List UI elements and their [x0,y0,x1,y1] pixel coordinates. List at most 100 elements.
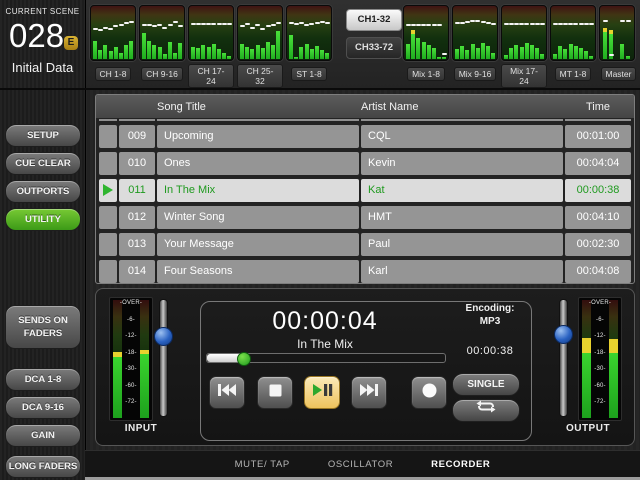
stop-button[interactable] [257,376,293,409]
level-bar [514,45,518,59]
io-scale-label: -12- [579,333,621,339]
meter-screen [599,5,635,61]
song-row-013[interactable]: 013Your MessagePaul00:02:30 [96,233,634,256]
input-slider-knob[interactable] [154,327,173,346]
fader-position-mark [211,23,216,25]
bottom-tab-bar: MUTE/ TAP OSCILLATOR RECORDER [85,450,640,478]
fader-position-mark [486,22,491,24]
level-bar [310,49,314,59]
fader-position-mark [491,23,496,25]
level-bar [222,53,226,59]
fader-position-mark [406,24,411,26]
bank-button-ch1-32[interactable]: CH1-32 [346,9,402,31]
fader-position-mark [579,23,584,25]
fader-position-mark [98,29,103,31]
level-bar [465,50,469,59]
encoding-label: Encoding: [448,303,532,314]
sidebar-button-long-faders[interactable]: LONG FADERS [5,455,81,478]
level-bar [305,44,309,59]
meter-block-ch-25-32: CH 25-32 [237,5,283,79]
single-mode-button[interactable]: SINGLE [452,373,520,396]
song-number: 011 [119,179,155,202]
sidebar-button-dca-9-16[interactable]: DCA 9-16 [5,396,81,419]
progress-knob[interactable] [237,352,251,366]
next-button[interactable] [351,376,387,409]
fader-position-mark [157,24,162,26]
meter-screen [403,5,449,61]
sidebar-button-setup[interactable]: SETUP [5,124,81,147]
song-row-011[interactable]: 011In The MixKat00:00:38 [96,179,634,202]
tab-mute-tap[interactable]: MUTE/ TAP [235,459,290,470]
level-bar [142,33,146,59]
song-row-012[interactable]: 012Winter SongHMT00:04:10 [96,206,634,229]
level-bar [114,47,118,59]
repeat-mode-button[interactable] [452,399,520,422]
song-table-header: Song Title Artist Name Time [96,95,634,118]
io-scale-label: -18- [579,350,621,356]
meter-block-ch-17-24: CH 17-24 [188,5,234,79]
play-indicator-cell [99,152,117,175]
play-pause-button[interactable] [304,376,340,409]
song-time: 00:04:08 [565,260,631,283]
artist-name: HMT [361,206,563,229]
level-bar [406,44,410,59]
meter-screen [501,5,547,61]
song-title: Ones [157,152,359,175]
artist-name: Karl [361,260,563,283]
level-bar [504,55,508,59]
bank-button-ch33-72[interactable]: CH33-72 [346,37,402,59]
level-bar [442,57,446,59]
sidebar-button-outports[interactable]: OUTPORTS [5,180,81,203]
fader-position-mark [196,23,201,25]
output-level-slider[interactable] [553,297,573,419]
fader-position-mark [260,28,265,30]
level-bar [520,47,524,59]
recorder-panel: 00:00:04 In The Mix Encoding: MP3 00:00:… [95,288,635,446]
level-bar [178,43,182,59]
progress-bar[interactable] [206,353,446,363]
previous-icon [217,383,237,402]
tab-oscillator[interactable]: OSCILLATOR [328,459,393,470]
meter-screen [139,5,185,61]
level-bar [299,47,303,59]
song-row-009[interactable]: 009UpcomingCQL00:01:00 [96,125,634,148]
fader-position-mark [309,23,314,25]
fader-position-mark [124,22,129,24]
input-level-slider[interactable] [153,297,173,419]
meter-block-label: Master [599,64,638,82]
sidebar-button-utility[interactable]: UTILITY [5,208,81,231]
level-bar [455,49,459,59]
level-bar [124,45,128,59]
level-bar [432,48,436,59]
song-number: 010 [119,152,155,175]
sidebar-button-dca-1-8[interactable]: DCA 1-8 [5,368,81,391]
previous-button[interactable] [209,376,245,409]
next-icon [359,383,379,402]
song-title: Your Message [157,233,359,256]
meter-block-label-text: Mix 1-8 [407,67,445,81]
sidebar-button-gain[interactable]: GAIN [5,424,81,447]
output-slider-knob[interactable] [554,325,573,344]
scene-edit-badge: E [64,36,78,50]
level-bar [460,46,464,59]
play-indicator-cell [99,260,117,283]
fader-position-mark [227,23,232,25]
level-bar [266,42,270,59]
total-time: 00:00:38 [448,345,532,357]
song-row-010[interactable]: 010OnesKevin00:04:04 [96,152,634,175]
level-bar-peak [603,28,607,32]
record-button[interactable] [411,376,447,409]
fader-position-mark [113,25,118,27]
tab-recorder[interactable]: RECORDER [431,459,490,470]
meter-block-mix-1-8: Mix 1-8 [403,5,449,79]
fader-position-mark [266,25,271,27]
meter-block-label-text: Mix 17-24 [501,64,547,88]
fader-position-mark [535,23,540,25]
sidebar-button-cue-clear[interactable]: CUE CLEAR [5,152,81,175]
song-row-014[interactable]: 014Four SeasonsKarl00:04:08 [96,260,634,283]
sidebar-button-sends-on-faders[interactable]: SENDS ON FADERS [5,305,81,349]
io-scale-label: -12- [110,333,152,339]
record-icon [422,383,437,403]
current-scene-panel: CURRENT SCENE 028 E Initial Data [0,0,86,88]
level-bar [416,38,420,59]
